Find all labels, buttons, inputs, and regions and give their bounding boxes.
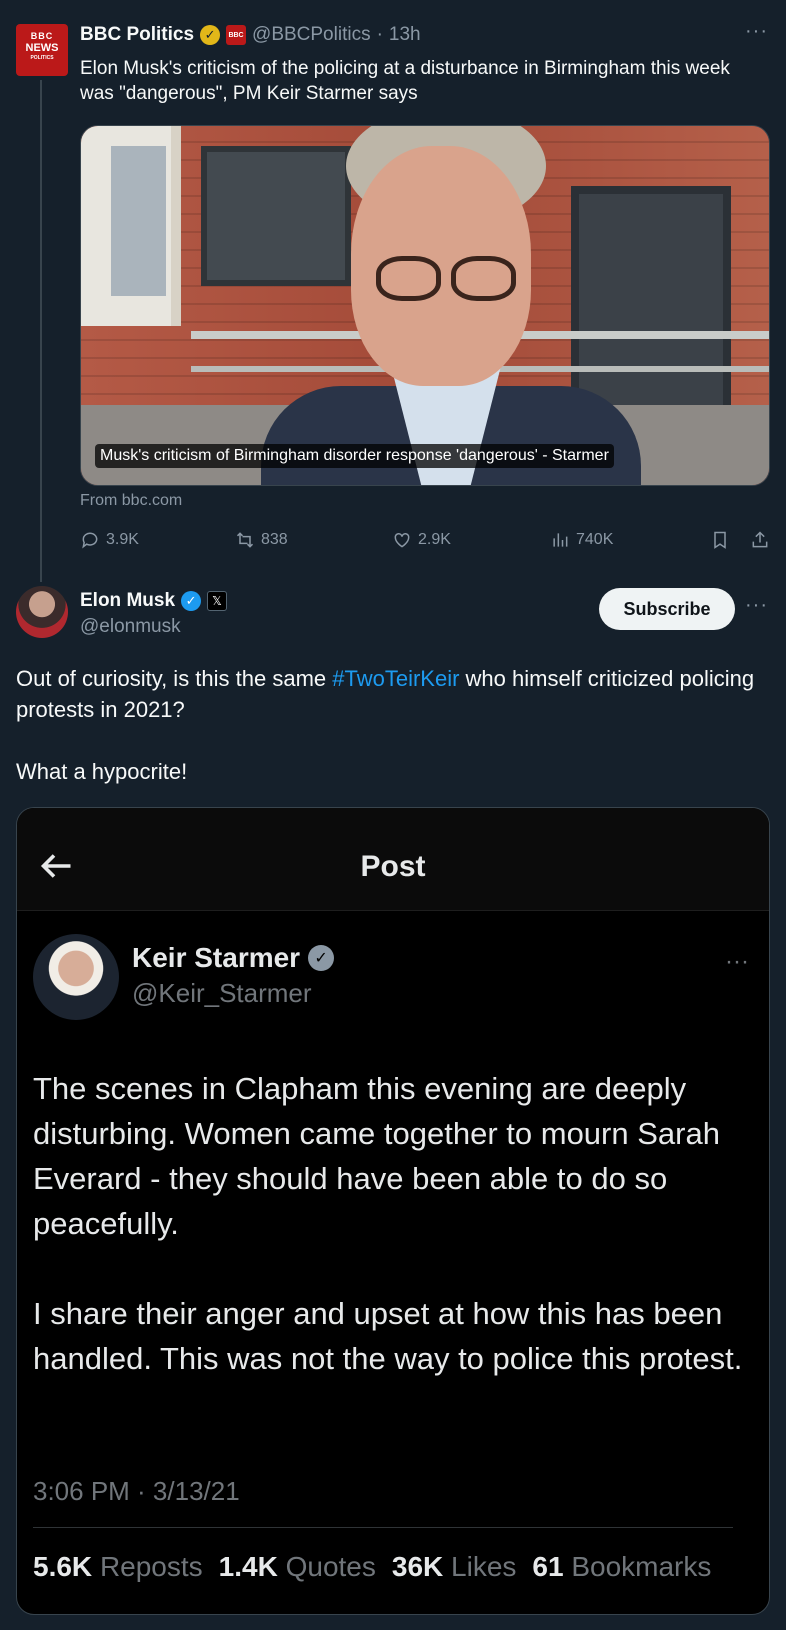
views-icon: [553, 533, 568, 547]
bbc-post-header: BBC Politics ✓ BBC @BBCPolitics · 13h: [80, 24, 421, 46]
bbc-avatar[interactable]: BBC NEWS POLITICS: [16, 24, 68, 76]
bbc-logo-line3: POLITICS: [30, 55, 54, 61]
share-button[interactable]: [750, 530, 770, 550]
embedded-author: Keir Starmer ✓: [132, 942, 335, 974]
embedded-more-icon: ···: [725, 948, 749, 975]
embedded-paragraph-2: I share their anger and upset at how thi…: [33, 1296, 743, 1376]
glasses-lens-left: [376, 256, 441, 301]
text-segment: Out of curiosity, is this the same: [16, 666, 333, 691]
verified-icon: ✓: [308, 945, 335, 971]
more-options-icon[interactable]: ···: [745, 20, 768, 43]
embedded-image[interactable]: Post Keir Starmer ✓ @Keir_Starmer ··· Th…: [16, 807, 770, 1615]
repost-icon: [236, 532, 254, 548]
thread-line: [40, 80, 42, 582]
author-name[interactable]: BBC Politics: [80, 24, 194, 46]
author-name[interactable]: Elon Musk: [80, 590, 175, 612]
repost-button[interactable]: 838: [235, 530, 392, 550]
bbc-post-text: Elon Musk's criticism of the policing at…: [80, 58, 730, 104]
reply-icon: [82, 532, 98, 549]
starmer-avatar: [33, 934, 119, 1020]
embedded-timestamp: 3:06 PM · 3/13/21: [33, 1476, 240, 1506]
separator: ·: [376, 24, 383, 45]
text-line2: What a hypocrite!: [16, 759, 188, 784]
reply-count: 3.9K: [106, 531, 139, 548]
bookmark-icon: [714, 531, 726, 549]
post-actions: 3.9K 838 2.9K 740K: [80, 530, 770, 550]
like-count: 2.9K: [418, 531, 451, 548]
stat-quotes: 1.4K Quotes: [218, 1551, 376, 1582]
author-handle[interactable]: @elonmusk: [80, 616, 181, 638]
stat-bookmarks: 61 Bookmarks: [532, 1551, 712, 1582]
embedded-stats: 5.6K Reposts 1.4K Quotes 36K Likes 61 Bo…: [33, 1551, 711, 1583]
embedded-author-handle: @Keir_Starmer: [132, 978, 312, 1008]
x-affiliate-icon: 𝕏: [207, 591, 228, 611]
media-caption: Musk's criticism of Birmingham disorder …: [95, 444, 614, 468]
like-button[interactable]: 2.9K: [392, 530, 550, 550]
musk-avatar[interactable]: [16, 586, 68, 638]
bbc-affiliate-icon: BBC: [226, 25, 247, 45]
embedded-divider: [33, 1527, 733, 1528]
reply-button[interactable]: 3.9K: [80, 530, 235, 550]
verified-gold-icon: ✓: [200, 25, 221, 45]
post-time[interactable]: 13h: [389, 24, 421, 46]
embedded-paragraph-1: The scenes in Clapham this evening are d…: [33, 1071, 720, 1241]
views-button[interactable]: 740K: [550, 530, 710, 550]
verified-icon: ✓: [181, 591, 202, 611]
more-options-icon[interactable]: ···: [745, 594, 768, 617]
like-icon: [394, 532, 410, 548]
musk-post-header: Elon Musk ✓ 𝕏: [80, 590, 228, 612]
embedded-header-title: Post: [360, 850, 426, 883]
link-source[interactable]: From bbc.com: [80, 492, 182, 510]
author-handle[interactable]: @BBCPolitics: [252, 24, 371, 46]
bbc-logo-line2: NEWS: [25, 42, 59, 54]
views-count: 740K: [576, 531, 614, 548]
embedded-post-text: The scenes in Clapham this evening are d…: [33, 1066, 763, 1381]
repost-count: 838: [261, 531, 288, 548]
musk-post-text: Out of curiosity, is this the same #TwoT…: [16, 663, 766, 787]
glasses-lens-right: [451, 256, 516, 301]
hashtag-link[interactable]: #TwoTeirKeir: [332, 666, 459, 691]
link-card-image[interactable]: Musk's criticism of Birmingham disorder …: [80, 125, 770, 486]
window-left: [81, 126, 181, 326]
stat-likes: 36K Likes: [391, 1551, 517, 1582]
person-photo: [261, 126, 641, 485]
embedded-author-name: Keir Starmer: [132, 942, 301, 973]
bbc-logo-line1: BBC: [30, 31, 54, 41]
stat-reposts: 5.6K Reposts: [33, 1551, 203, 1582]
share-icon: [752, 531, 768, 548]
bookmark-button[interactable]: [710, 530, 750, 550]
subscribe-button[interactable]: Subscribe: [599, 588, 735, 630]
